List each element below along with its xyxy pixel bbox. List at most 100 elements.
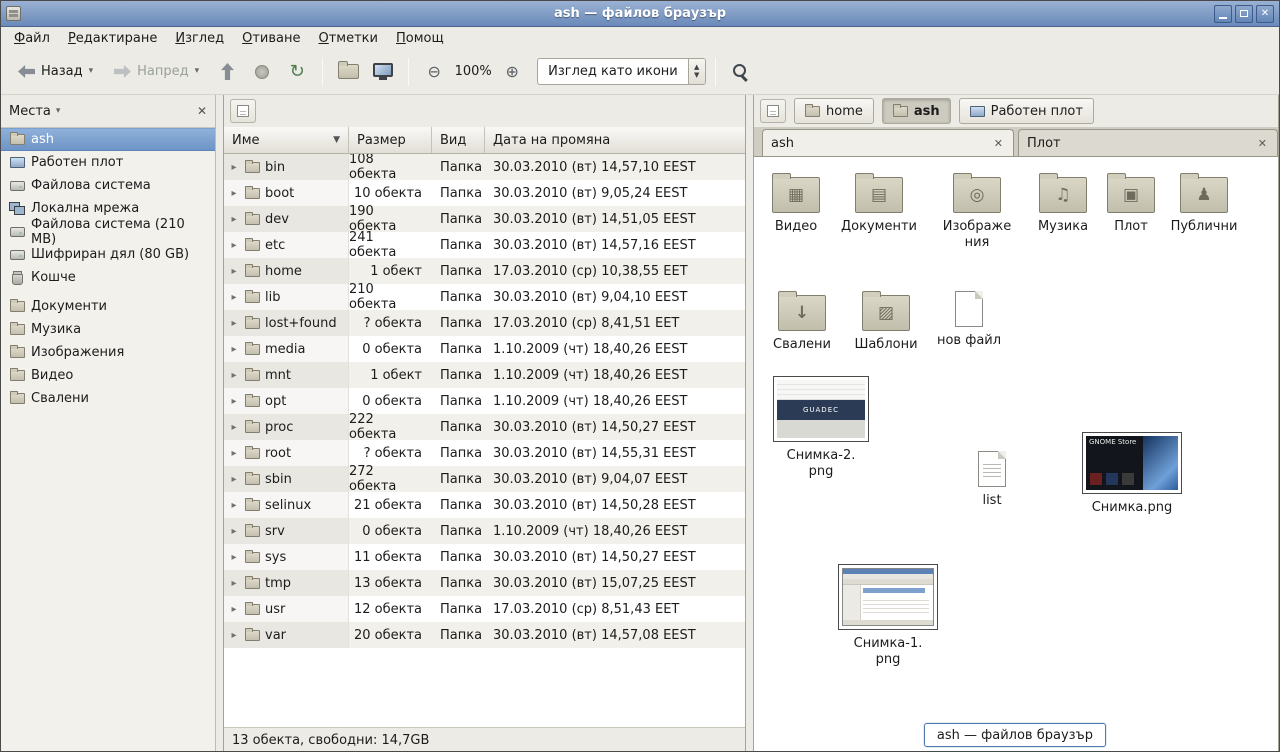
table-row[interactable]: ▸ srv 0 обекта Папка 1.10.2009 (чт) 18,4…: [224, 518, 745, 544]
sidebar-item[interactable]: ash: [1, 128, 215, 151]
menu-item[interactable]: Отиване: [233, 29, 309, 48]
expander-icon[interactable]: ▸: [228, 344, 240, 355]
maximize-button[interactable]: [1235, 5, 1253, 23]
expander-icon[interactable]: ▸: [228, 422, 240, 433]
stop-button[interactable]: [246, 56, 278, 88]
icon-item-desktop[interactable]: ▣ Плот: [1089, 169, 1173, 235]
expander-icon[interactable]: ▸: [228, 318, 240, 329]
expander-icon[interactable]: ▸: [228, 578, 240, 589]
column-header-size[interactable]: Размер: [349, 127, 432, 153]
zoom-out-button[interactable]: ⊖: [418, 56, 450, 88]
table-row[interactable]: ▸ dev 190 обекта Папка 30.03.2010 (вт) 1…: [224, 206, 745, 232]
icon-item-documents[interactable]: ▤ Документи: [837, 169, 921, 235]
titlebar[interactable]: ash — файлов браузър ✕: [1, 1, 1279, 27]
breadcrumb-ash-button[interactable]: ash: [882, 98, 951, 124]
search-button[interactable]: [725, 56, 757, 88]
expander-icon[interactable]: ▸: [228, 552, 240, 563]
sidebar-title[interactable]: Места: [9, 104, 51, 119]
sidebar-close-icon[interactable]: ✕: [197, 104, 207, 118]
computer-button[interactable]: [367, 56, 399, 88]
pane-location-toggle-button[interactable]: [760, 99, 786, 123]
sidebar-item[interactable]: Кошче: [1, 266, 215, 289]
table-row[interactable]: ▸ home 1 обект Папка 17.03.2010 (ср) 10,…: [224, 258, 745, 284]
tab-close-icon[interactable]: ✕: [992, 137, 1005, 150]
sidebar-item[interactable]: Шифриран дял (80 GB): [1, 243, 215, 266]
sidebar-item[interactable]: Работен плот: [1, 151, 215, 174]
expander-icon[interactable]: ▸: [228, 240, 240, 251]
expander-icon[interactable]: ▸: [228, 526, 240, 537]
home-button[interactable]: [332, 56, 364, 88]
expander-icon[interactable]: ▸: [228, 604, 240, 615]
expander-icon[interactable]: ▸: [228, 500, 240, 511]
menu-item[interactable]: Редактиране: [59, 29, 166, 48]
icon-item-snimka1[interactable]: Снимка-1.png: [838, 564, 938, 668]
sidebar-item[interactable]: Музика: [1, 318, 215, 341]
expander-icon[interactable]: ▸: [228, 162, 240, 173]
reload-button[interactable]: ↻: [281, 56, 313, 88]
expander-icon[interactable]: ▸: [228, 266, 240, 277]
icon-item-public[interactable]: ♟ Публични: [1162, 169, 1246, 235]
expander-icon[interactable]: ▸: [228, 474, 240, 485]
icon-canvas[interactable]: ▦ Видео ▤ Документи ◎ Изображения ♫ Музи…: [754, 157, 1278, 752]
expander-icon[interactable]: ▸: [228, 292, 240, 303]
menu-item[interactable]: Файл: [5, 29, 59, 48]
table-row[interactable]: ▸ selinux 21 обекта Папка 30.03.2010 (вт…: [224, 492, 745, 518]
table-row[interactable]: ▸ mnt 1 обект Папка 1.10.2009 (чт) 18,40…: [224, 362, 745, 388]
tab-close-icon[interactable]: ✕: [1256, 137, 1269, 150]
sort-arrow-icon[interactable]: ▼: [333, 135, 340, 145]
sidebar-item[interactable]: Свалени: [1, 387, 215, 410]
up-button[interactable]: [211, 56, 243, 88]
breadcrumb-desktop-button[interactable]: Работен плот: [959, 98, 1094, 124]
table-row[interactable]: ▸ media 0 обекта Папка 1.10.2009 (чт) 18…: [224, 336, 745, 362]
table-row[interactable]: ▸ lost+found ? обекта Папка 17.03.2010 (…: [224, 310, 745, 336]
table-row[interactable]: ▸ var 20 обекта Папка 30.03.2010 (вт) 14…: [224, 622, 745, 648]
back-button[interactable]: Назад ▾: [9, 56, 102, 88]
icon-item-images[interactable]: ◎ Изображения: [935, 169, 1019, 251]
expander-icon[interactable]: ▸: [228, 448, 240, 459]
zoom-in-button[interactable]: ⊕: [496, 56, 528, 88]
column-header-name[interactable]: Име ▼: [224, 127, 349, 153]
menu-item[interactable]: Помощ: [387, 29, 453, 48]
table-row[interactable]: ▸ bin 108 обекта Папка 30.03.2010 (вт) 1…: [224, 154, 745, 180]
column-header-modified[interactable]: Дата на промяна: [485, 127, 745, 153]
chevron-down-icon[interactable]: ▾: [56, 107, 61, 116]
view-mode-select[interactable]: Изглед като икони ▲▼: [537, 58, 706, 85]
table-row[interactable]: ▸ etc 241 обекта Папка 30.03.2010 (вт) 1…: [224, 232, 745, 258]
table-row[interactable]: ▸ proc 222 обекта Папка 30.03.2010 (вт) …: [224, 414, 745, 440]
pane-splitter[interactable]: [746, 95, 753, 752]
column-header-type[interactable]: Вид: [432, 127, 485, 153]
table-row[interactable]: ▸ sbin 272 обекта Папка 30.03.2010 (вт) …: [224, 466, 745, 492]
sidebar-item[interactable]: Изображения: [1, 341, 215, 364]
icon-item-snimka[interactable]: GNOME Store Снимка.png: [1082, 432, 1182, 516]
expander-icon[interactable]: ▸: [228, 370, 240, 381]
icon-item-downloads[interactable]: ↓ Свалени: [760, 287, 844, 353]
table-row[interactable]: ▸ sys 11 обекта Папка 30.03.2010 (вт) 14…: [224, 544, 745, 570]
expander-icon[interactable]: ▸: [228, 188, 240, 199]
table-row[interactable]: ▸ boot 10 обекта Папка 30.03.2010 (вт) 9…: [224, 180, 745, 206]
sidebar-item[interactable]: Документи: [1, 295, 215, 318]
expander-icon[interactable]: ▸: [228, 396, 240, 407]
icon-item-new-file[interactable]: нов файл: [927, 287, 1011, 349]
sidebar-item[interactable]: Видео: [1, 364, 215, 387]
menu-item[interactable]: Отметки: [310, 29, 388, 48]
icon-item-list-file[interactable]: list: [950, 447, 1034, 509]
breadcrumb-home-button[interactable]: home: [794, 98, 874, 124]
pane-splitter[interactable]: [216, 95, 223, 752]
tab-plot[interactable]: Плот ✕: [1018, 129, 1278, 156]
table-row[interactable]: ▸ opt 0 обекта Папка 1.10.2009 (чт) 18,4…: [224, 388, 745, 414]
table-row[interactable]: ▸ tmp 13 обекта Папка 30.03.2010 (вт) 15…: [224, 570, 745, 596]
expander-icon[interactable]: ▸: [228, 214, 240, 225]
icon-item-templates[interactable]: ▨ Шаблони: [844, 287, 928, 353]
table-row[interactable]: ▸ usr 12 обекта Папка 17.03.2010 (ср) 8,…: [224, 596, 745, 622]
table-row[interactable]: ▸ lib 210 обекта Папка 30.03.2010 (вт) 9…: [224, 284, 745, 310]
sidebar-item[interactable]: Файлова система: [1, 174, 215, 197]
table-row[interactable]: ▸ root ? обекта Папка 30.03.2010 (вт) 14…: [224, 440, 745, 466]
expander-icon[interactable]: ▸: [228, 630, 240, 641]
menu-item[interactable]: Изглед: [166, 29, 233, 48]
icon-item-snimka2[interactable]: GUADEC Снимка-2.png: [771, 376, 871, 480]
close-button[interactable]: ✕: [1256, 5, 1274, 23]
spinner-arrows-icon[interactable]: ▲▼: [688, 59, 705, 84]
pane-location-toggle-button[interactable]: [230, 99, 256, 123]
icon-item-video[interactable]: ▦ Видео: [754, 169, 838, 235]
minimize-button[interactable]: [1214, 5, 1232, 23]
